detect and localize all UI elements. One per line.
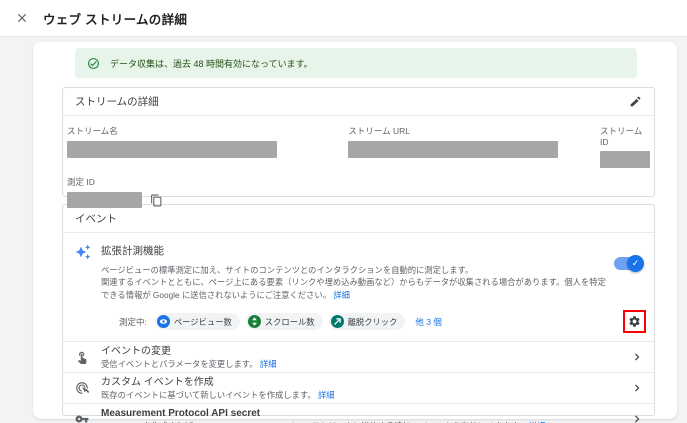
chip-pageviews-label: ページビュー数 [173,316,232,327]
dialog-header: ウェブ ストリームの詳細 [0,0,687,37]
chip-scrolls-label: スクロール数 [264,316,315,327]
enhanced-measurement-toggle[interactable]: ✓ [614,255,644,272]
outbound-clicks-icon [330,315,344,329]
create-custom-events-title: カスタム イベントを作成 [101,376,214,388]
modify-events-learn-more[interactable]: 詳細 [260,359,277,369]
chip-pageviews[interactable]: ページビュー数 [154,313,240,331]
copy-icon[interactable] [150,194,163,207]
chip-outbound-clicks-label: 離脱クリック [347,316,398,327]
key-icon [75,412,90,423]
page-title: ウェブ ストリームの詳細 [43,12,188,27]
stream-name-redacted-value [67,141,277,158]
custom-event-click-icon [75,381,90,395]
gear-icon-annotated[interactable] [623,310,646,334]
modify-events-row[interactable]: イベントの変更 受信イベントとパラメータを変更します。 詳細 [63,341,654,372]
create-custom-events-desc-text: 既存のイベントに基づいて新しいイベントを作成します。 [101,389,316,400]
chevron-right-icon [630,412,644,423]
gear-icon [629,316,640,328]
events-title: イベント [75,213,117,225]
data-collection-banner: データ収集は、過去 48 時間有効になっています。 [75,48,637,78]
stream-details-card: ストリームの詳細 ストリーム名 ストリーム URL ストリーム ID 測定 ID [62,87,655,208]
stream-id-redacted-value [600,151,650,168]
check-circle-icon [87,57,100,70]
enhanced-measurement-description: ページビューの標準測定に加え、サイトのコンテンツとのインタラクションを自動的に測… [101,264,606,301]
page-background: データ収集は、過去 48 時間有効になっています。 ストリームの詳細 ストリーム… [0,37,687,423]
chip-scrolls[interactable]: スクロール数 [245,313,323,331]
stream-id-label: ストリーム ID [600,126,643,147]
measurement-id-redacted-value [67,192,142,208]
touch-icon [75,350,90,365]
sparkle-icon [75,244,91,301]
measurement-protocol-title: Measurement Protocol API secret [101,407,261,419]
stream-details-title: ストリームの詳細 [75,96,159,108]
banner-message: データ収集は、過去 48 時間有効になっています。 [110,58,313,69]
create-custom-events-row[interactable]: カスタム イベントを作成 既存のイベントに基づいて新しいイベントを作成します。 … [63,372,654,403]
measuring-row: 測定中: ページビュー数 スクロール数 離脱クリック 他 3 個 [63,301,654,341]
stream-url-redacted-value [348,141,559,158]
stream-detail-panel: データ収集は、過去 48 時間有効になっています。 ストリームの詳細 ストリーム… [33,42,677,423]
measurement-id-label: 測定 ID [67,177,95,187]
create-custom-events-description: 既存のイベントに基づいて新しいイベントを作成します。 詳細 [101,390,630,400]
scrolls-icon [247,315,261,329]
pageviews-icon [156,315,170,329]
events-card: イベント 拡張計測機能 ページビューの標準測定に加え、サイトのコンテンツとのイン… [62,204,655,423]
modify-events-description: 受信イベントとパラメータを変更します。 詳細 [101,359,630,369]
modify-events-desc-text: 受信イベントとパラメータを変更します。 [101,358,258,369]
toggle-check-icon: ✓ [627,255,644,272]
close-icon[interactable] [14,10,30,26]
modify-events-title: イベントの変更 [101,345,171,357]
stream-url-label: ストリーム URL [348,126,411,136]
enhanced-learn-more-link[interactable]: 詳細 [333,290,350,300]
edit-pencil-icon[interactable] [629,95,642,108]
chip-outbound-clicks[interactable]: 離脱クリック [328,313,406,331]
description-line1: ページビューの標準測定に加え、サイトのコンテンツとのインタラクションを自動的に測… [101,265,474,275]
chevron-right-icon [630,381,644,395]
more-chips-link[interactable]: 他 3 個 [415,316,441,328]
chevron-right-icon [630,350,644,364]
measurement-protocol-row[interactable]: Measurement Protocol API secret API Secr… [63,403,654,423]
enhanced-measurement-section: 拡張計測機能 ページビューの標準測定に加え、サイトのコンテンツとのインタラクショ… [63,233,654,301]
enhanced-measurement-title: 拡張計測機能 [101,245,164,257]
stream-name-label: ストリーム名 [67,126,118,136]
description-line2: 関連するイベントとともに、ページ上にある要素（リンクや埋め込み動画など）からもデ… [101,277,606,300]
measuring-label: 測定中: [119,316,147,327]
create-custom-events-learn-more[interactable]: 詳細 [318,390,335,400]
